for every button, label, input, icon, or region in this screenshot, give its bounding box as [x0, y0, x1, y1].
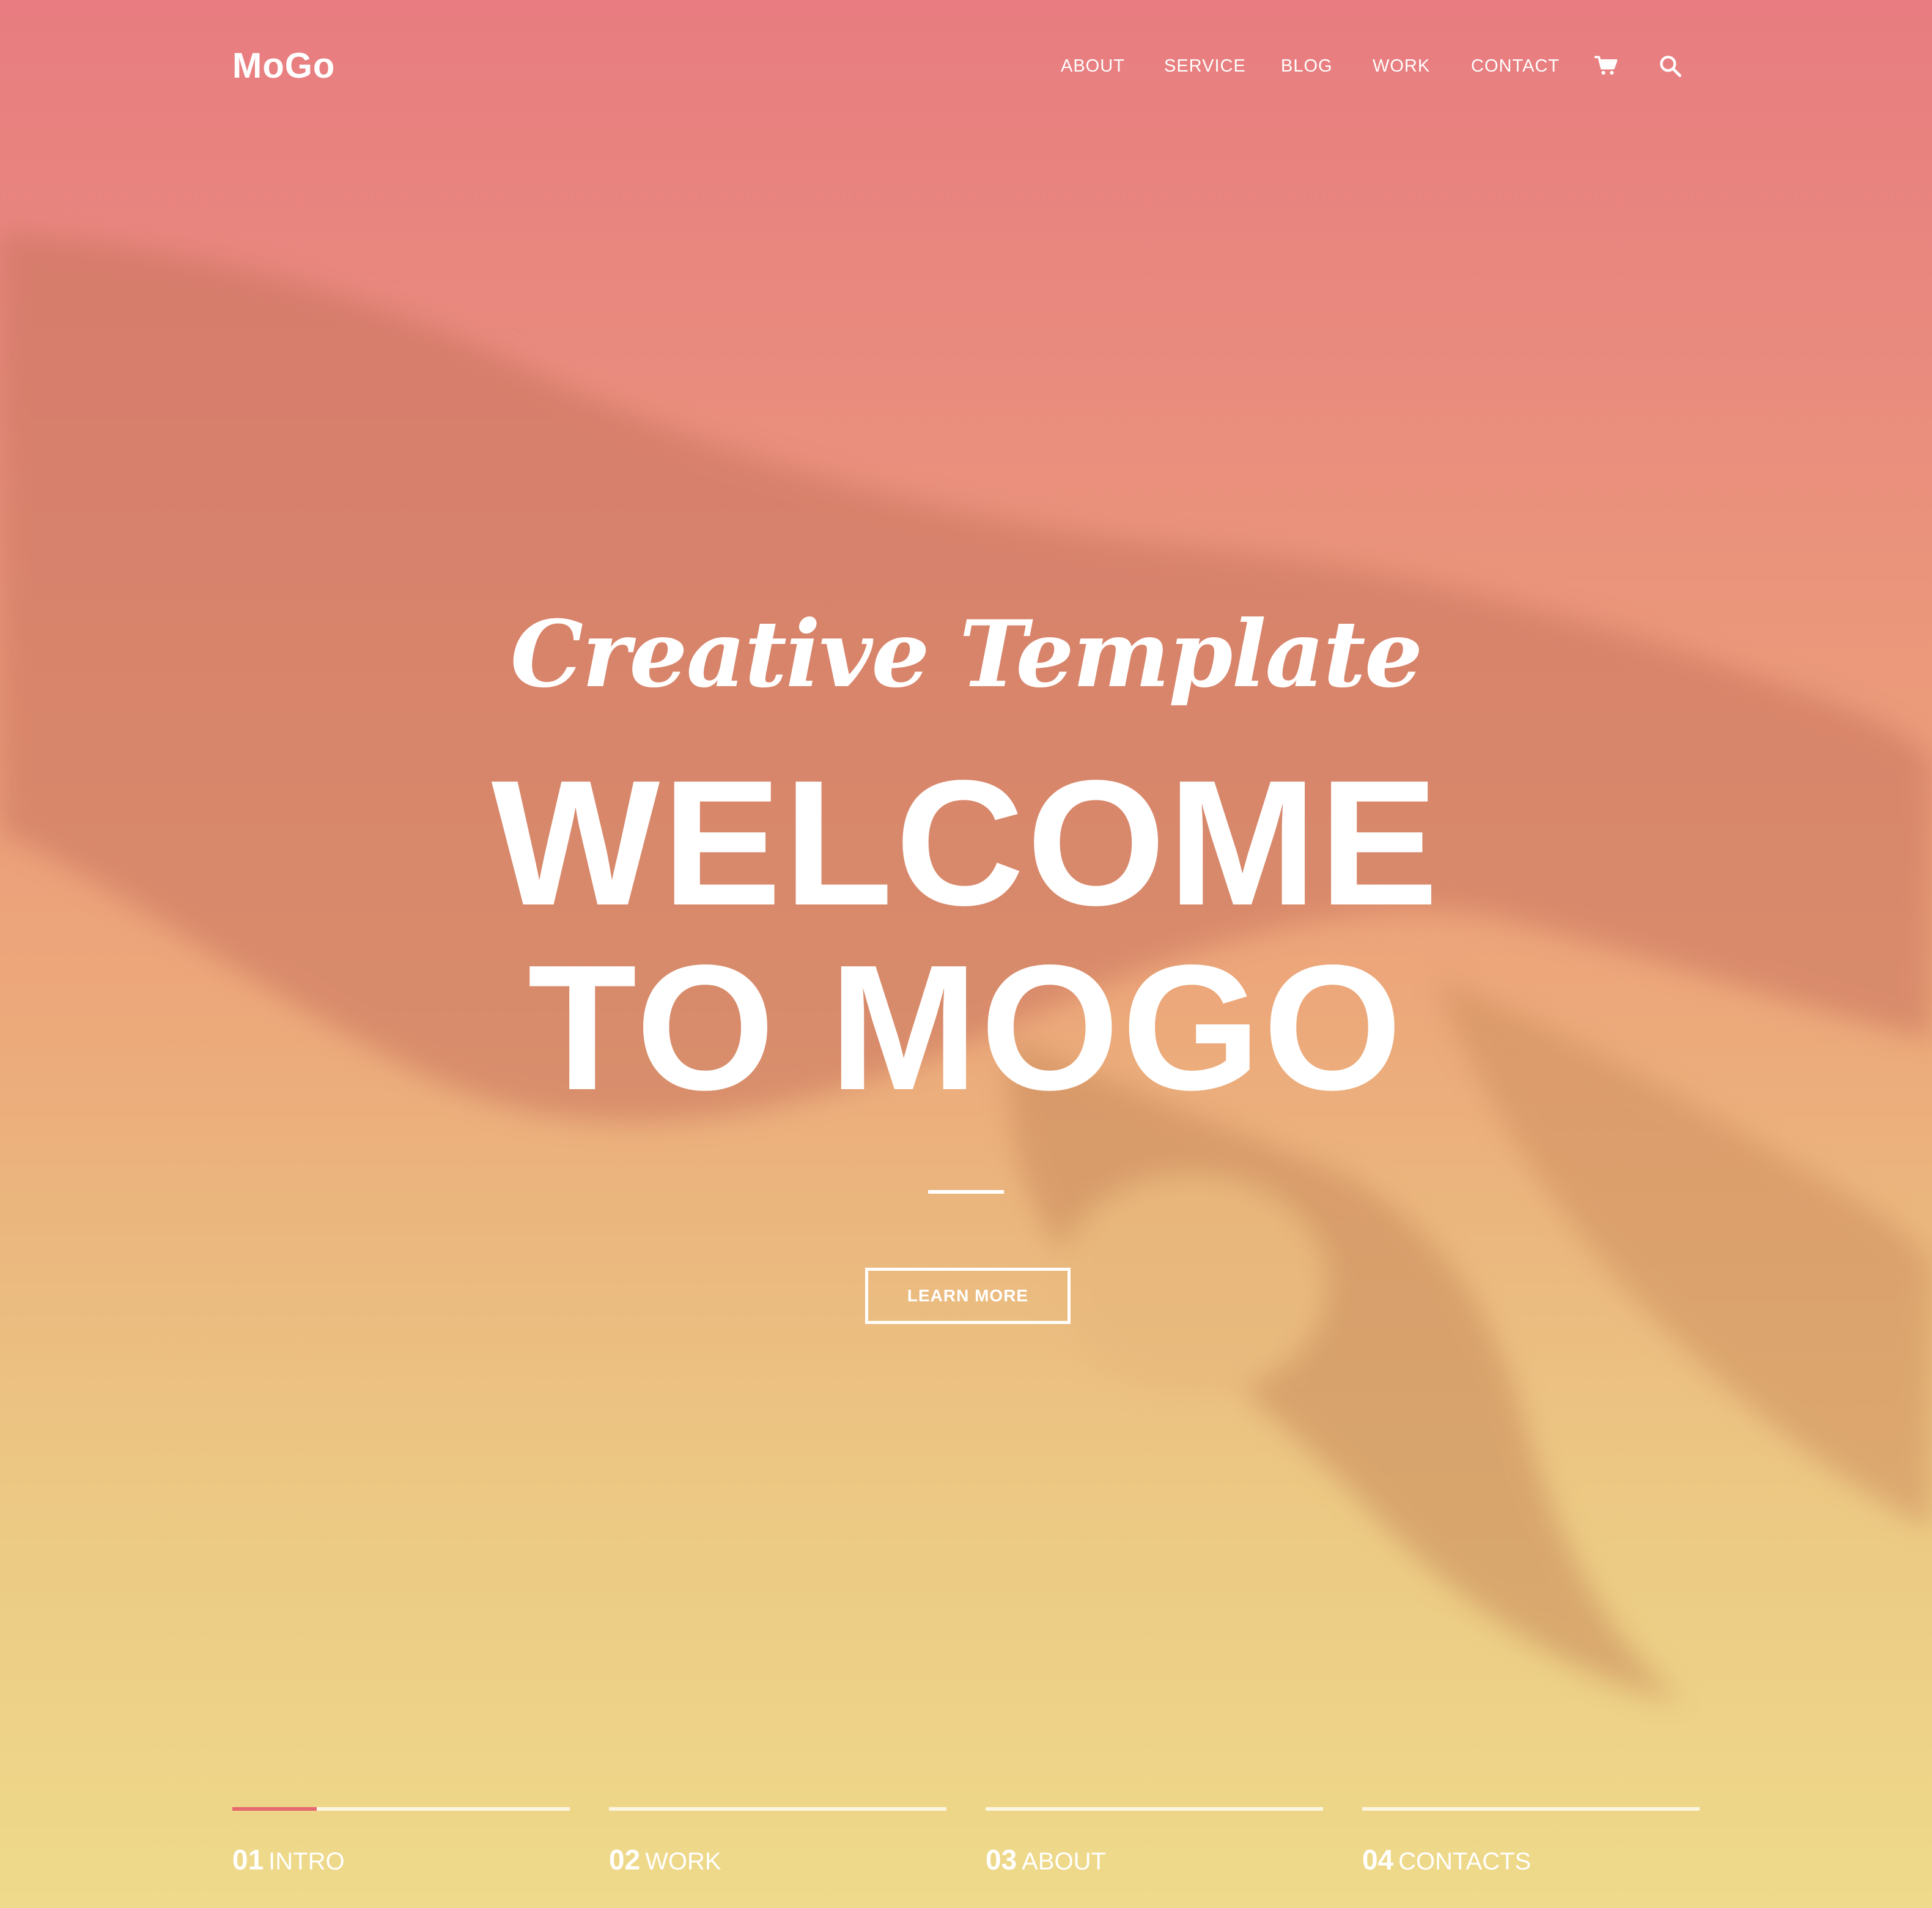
slide-number: 02	[609, 1844, 641, 1876]
slide-title: INTRO	[268, 1848, 345, 1875]
cart-icon[interactable]	[1593, 53, 1620, 80]
slide-label: 03 ABOUT	[986, 1843, 1106, 1879]
slide-number: 01	[232, 1844, 264, 1876]
hero-divider	[928, 1190, 1004, 1194]
slide-tab-contacts[interactable]: 04 CONTACTS	[1362, 1807, 1700, 1884]
nav-item-about[interactable]: ABOUT	[1061, 53, 1125, 80]
nav-item-service[interactable]: SERVICE	[1164, 53, 1246, 80]
slide-number: 03	[986, 1844, 1017, 1876]
slide-progress-track	[1362, 1807, 1700, 1811]
top-navigation: MoGo ABOUT SERVICE BLOG WORK CONTACT	[0, 0, 1932, 135]
slide-progress-track	[986, 1807, 1323, 1811]
search-icon[interactable]	[1657, 53, 1684, 80]
learn-more-button[interactable]: LEARN MORE	[865, 1268, 1071, 1324]
slide-title: CONTACTS	[1398, 1848, 1532, 1875]
slide-tab-about[interactable]: 03 ABOUT	[986, 1807, 1323, 1884]
slide-title: WORK	[645, 1848, 721, 1875]
hero-headline-line1: WELCOME	[491, 743, 1441, 942]
slide-progress-track	[609, 1807, 946, 1811]
slide-progress-fill	[232, 1807, 317, 1811]
brand-logo[interactable]: MoGo	[232, 42, 335, 91]
nav-item-contact[interactable]: CONTACT	[1471, 53, 1560, 80]
nav-item-work[interactable]: WORK	[1373, 53, 1430, 80]
slide-label: 04 CONTACTS	[1362, 1843, 1531, 1879]
slide-number: 04	[1362, 1844, 1394, 1876]
slide-label: 02 WORK	[609, 1843, 721, 1879]
hero-headline-line2: TO MOGO	[528, 928, 1404, 1127]
slide-tab-intro[interactable]: 01 INTRO	[232, 1807, 570, 1884]
slide-title: ABOUT	[1022, 1848, 1106, 1875]
slide-tab-work[interactable]: 02 WORK	[609, 1807, 946, 1884]
slide-label: 01 INTRO	[232, 1843, 345, 1879]
hero-tagline: Creative Template	[510, 601, 1423, 708]
nav-item-blog[interactable]: BLOG	[1281, 53, 1333, 80]
